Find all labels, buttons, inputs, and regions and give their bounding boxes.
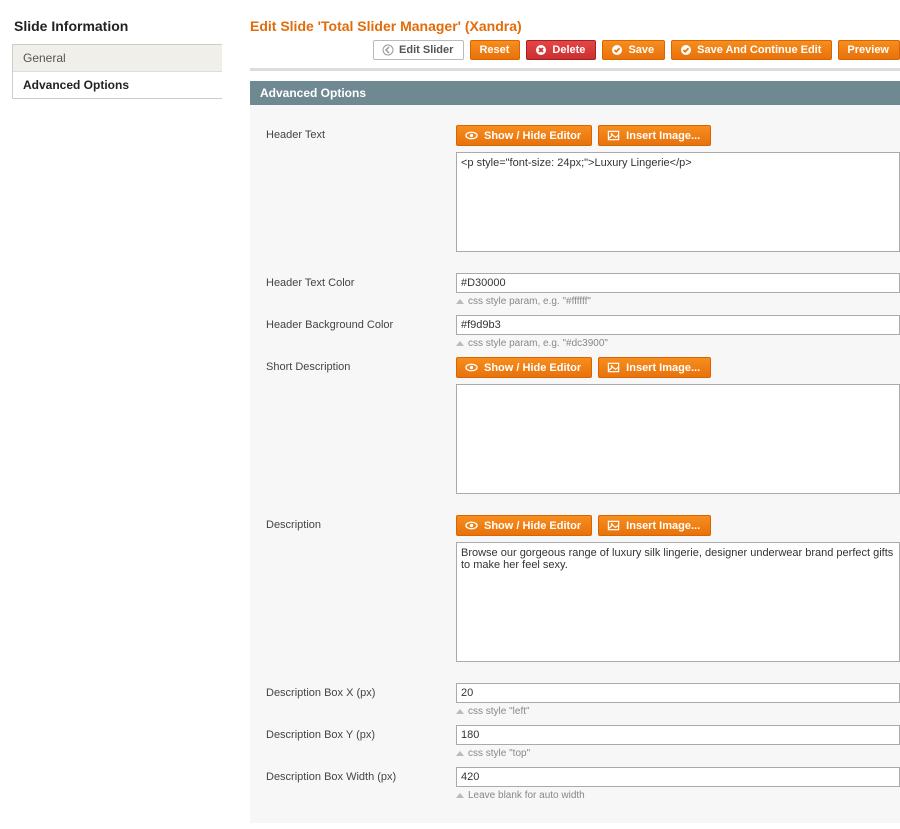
- hint-desc-box-y: css style "top": [456, 748, 900, 759]
- form-area: Header Text Show / Hide Editor Insert Im…: [250, 105, 900, 823]
- row-desc-box-x: Description Box X (px) css style "left": [250, 677, 900, 719]
- triangle-icon: [456, 751, 464, 756]
- insert-image-button[interactable]: Insert Image...: [598, 125, 711, 146]
- eye-icon: [465, 361, 478, 374]
- sidebar-title: Slide Information: [12, 18, 222, 34]
- toolbar-divider: [250, 68, 900, 71]
- triangle-icon: [456, 299, 464, 304]
- insert-image-label: Insert Image...: [626, 362, 700, 374]
- label-description: Description: [266, 515, 456, 531]
- insert-image-button[interactable]: Insert Image...: [598, 357, 711, 378]
- row-header-text: Header Text Show / Hide Editor Insert Im…: [250, 119, 900, 257]
- insert-image-label: Insert Image...: [626, 130, 700, 142]
- label-header-text: Header Text: [266, 125, 456, 141]
- label-desc-box-y: Description Box Y (px): [266, 725, 456, 741]
- desc-box-width-input[interactable]: [456, 767, 900, 787]
- insert-image-label: Insert Image...: [626, 520, 700, 532]
- hint-desc-box-width: Leave blank for auto width: [456, 790, 900, 801]
- label-desc-box-x: Description Box X (px): [266, 683, 456, 699]
- header-bg-color-input[interactable]: [456, 315, 900, 335]
- preview-label: Preview: [847, 44, 889, 56]
- row-header-text-color: Header Text Color css style param, e.g. …: [250, 267, 900, 309]
- hint-header-text-color: css style param, e.g. "#ffffff": [456, 296, 900, 307]
- main-content: Edit Slide 'Total Slider Manager' (Xandr…: [222, 0, 900, 823]
- sidebar-tab-advanced-options[interactable]: Advanced Options: [13, 72, 222, 98]
- image-icon: [607, 361, 620, 374]
- row-short-description: Short Description Show / Hide Editor Ins…: [250, 351, 900, 499]
- image-icon: [607, 519, 620, 532]
- row-desc-box-width: Description Box Width (px) Leave blank f…: [250, 761, 900, 803]
- delete-icon: [535, 44, 547, 56]
- show-hide-editor-label: Show / Hide Editor: [484, 520, 581, 532]
- hint-desc-box-x: css style "left": [456, 706, 900, 717]
- edit-slider-label: Edit Slider: [399, 44, 453, 56]
- save-continue-label: Save And Continue Edit: [697, 44, 821, 56]
- hint-header-bg-color: css style param, e.g. "#dc3900": [456, 338, 900, 349]
- back-arrow-icon: [382, 44, 394, 56]
- label-header-text-color: Header Text Color: [266, 273, 456, 289]
- header-text-color-input[interactable]: [456, 273, 900, 293]
- sidebar-tab-general[interactable]: General: [13, 45, 222, 72]
- header-text-textarea[interactable]: [456, 152, 900, 252]
- triangle-icon: [456, 709, 464, 714]
- show-hide-editor-button[interactable]: Show / Hide Editor: [456, 515, 592, 536]
- eye-icon: [465, 519, 478, 532]
- save-label: Save: [628, 44, 654, 56]
- triangle-icon: [456, 341, 464, 346]
- label-desc-box-width: Description Box Width (px): [266, 767, 456, 783]
- show-hide-editor-label: Show / Hide Editor: [484, 130, 581, 142]
- row-desc-box-y: Description Box Y (px) css style "top": [250, 719, 900, 761]
- toolbar: Edit Slider Reset Delete Save Save And C…: [250, 40, 900, 60]
- reset-label: Reset: [479, 44, 509, 56]
- reset-button[interactable]: Reset: [470, 40, 520, 60]
- sidebar-tabs: General Advanced Options: [12, 44, 222, 99]
- check-icon: [611, 44, 623, 56]
- desc-box-x-input[interactable]: [456, 683, 900, 703]
- row-description: Description Show / Hide Editor Insert Im…: [250, 509, 900, 667]
- label-header-bg-color: Header Background Color: [266, 315, 456, 331]
- description-textarea[interactable]: [456, 542, 900, 662]
- delete-label: Delete: [552, 44, 585, 56]
- check-icon: [680, 44, 692, 56]
- desc-box-y-input[interactable]: [456, 725, 900, 745]
- section-header: Advanced Options: [250, 81, 900, 105]
- save-button[interactable]: Save: [602, 40, 665, 60]
- eye-icon: [465, 129, 478, 142]
- show-hide-editor-button[interactable]: Show / Hide Editor: [456, 357, 592, 378]
- delete-button[interactable]: Delete: [526, 40, 596, 60]
- show-hide-editor-label: Show / Hide Editor: [484, 362, 581, 374]
- save-continue-button[interactable]: Save And Continue Edit: [671, 40, 832, 60]
- short-description-textarea[interactable]: [456, 384, 900, 494]
- row-header-bg-color: Header Background Color css style param,…: [250, 309, 900, 351]
- page-title: Edit Slide 'Total Slider Manager' (Xandr…: [250, 18, 900, 34]
- insert-image-button[interactable]: Insert Image...: [598, 515, 711, 536]
- image-icon: [607, 129, 620, 142]
- sidebar: Slide Information General Advanced Optio…: [0, 0, 222, 823]
- edit-slider-button[interactable]: Edit Slider: [373, 40, 464, 60]
- preview-button[interactable]: Preview: [838, 40, 900, 60]
- triangle-icon: [456, 793, 464, 798]
- label-short-description: Short Description: [266, 357, 456, 373]
- show-hide-editor-button[interactable]: Show / Hide Editor: [456, 125, 592, 146]
